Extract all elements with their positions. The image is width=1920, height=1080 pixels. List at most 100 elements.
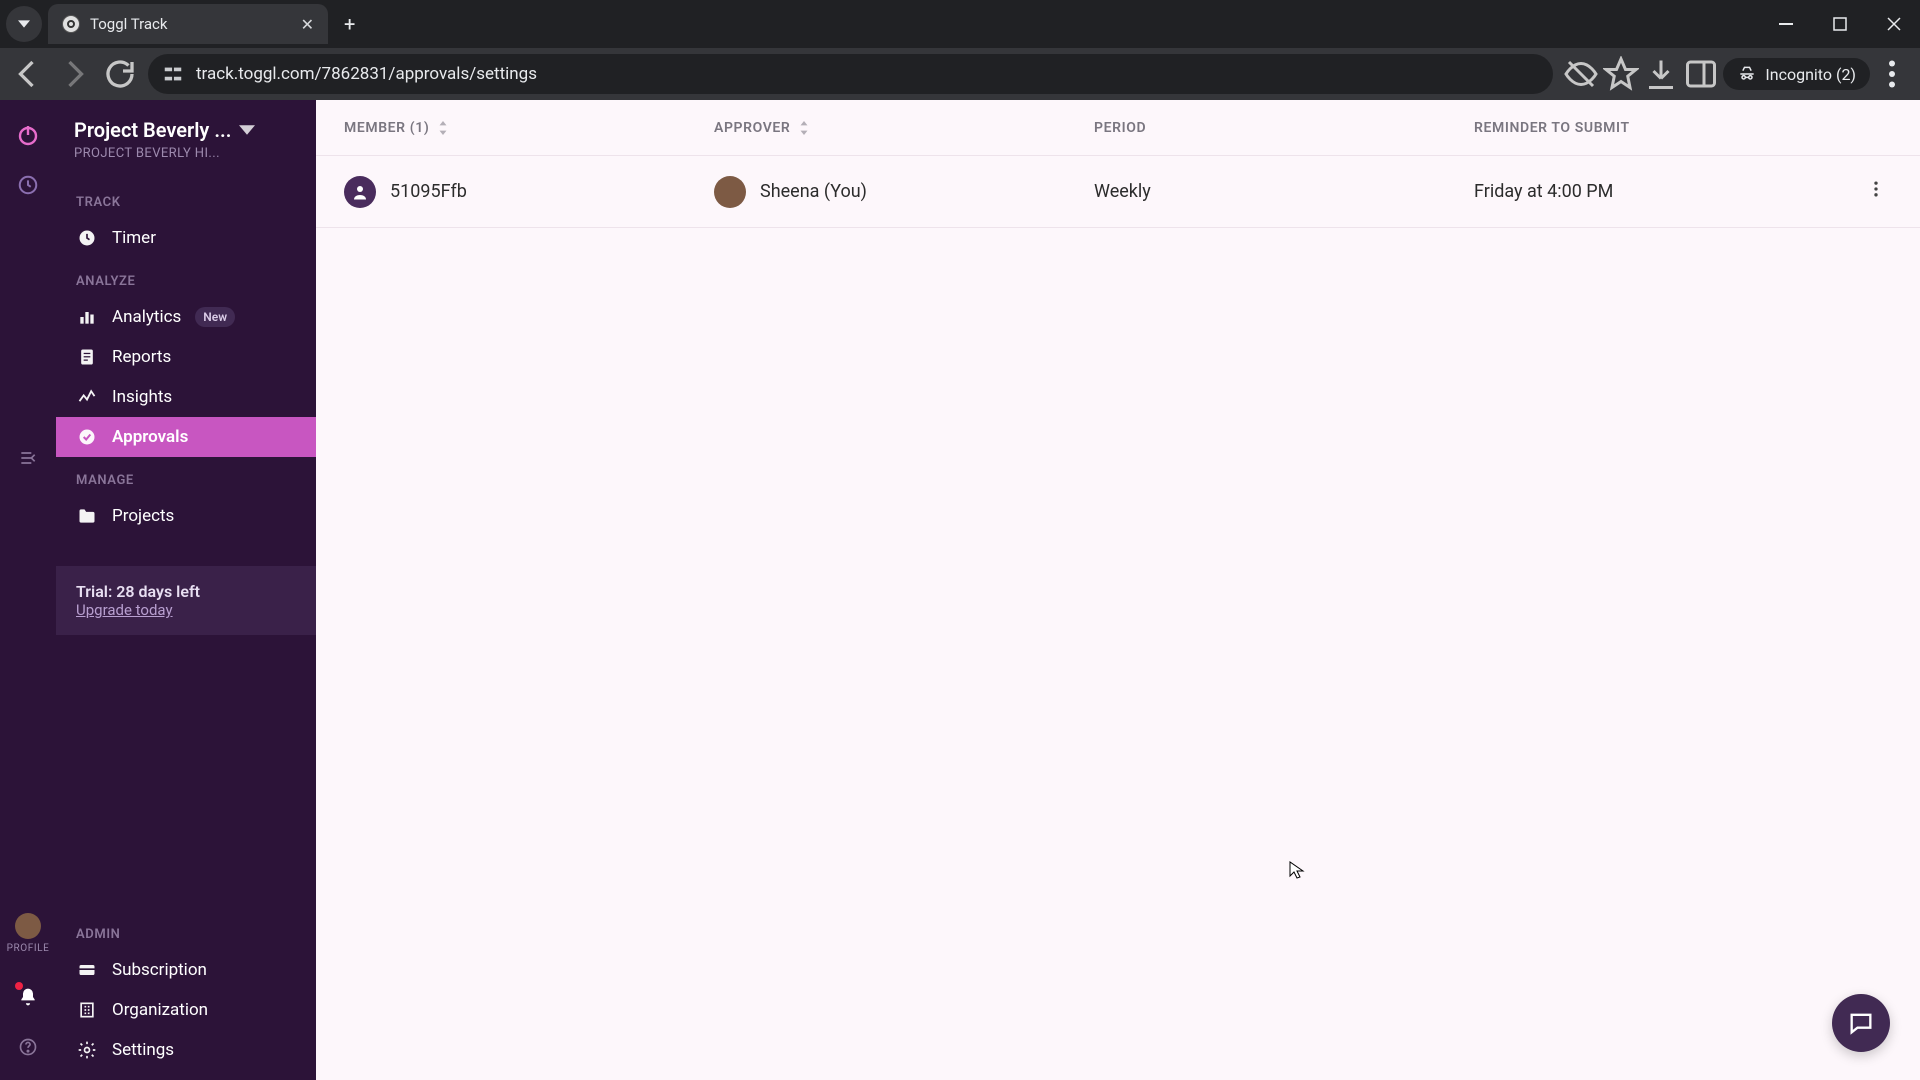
column-header-approver[interactable]: APPROVER — [714, 120, 1094, 136]
browser-toolbar: track.toggl.com/7862831/approvals/settin… — [0, 48, 1920, 100]
sidebar-item-label: Approvals — [112, 427, 188, 447]
sidebar-item-organization[interactable]: Organization — [56, 990, 316, 1030]
cell-reminder: Friday at 4:00 PM — [1474, 181, 1860, 202]
new-tab-button[interactable]: + — [328, 12, 371, 36]
browser-menu-button[interactable] — [1874, 56, 1910, 92]
table-header: MEMBER (1) APPROVER PERIOD REMINDER TO S… — [316, 100, 1920, 156]
incognito-label: Incognito (2) — [1765, 65, 1856, 84]
url-text: track.toggl.com/7862831/approvals/settin… — [196, 64, 537, 84]
rail-timer-icon[interactable] — [11, 168, 45, 202]
mouse-cursor-icon — [1288, 860, 1308, 884]
sidebar-item-insights[interactable]: Insights — [56, 377, 316, 417]
header-label: PERIOD — [1094, 120, 1146, 136]
profile-label: PROFILE — [7, 943, 50, 954]
sort-icon — [798, 121, 810, 135]
approver-name: Sheena (You) — [760, 181, 867, 202]
sidebar-item-reports[interactable]: Reports — [56, 337, 316, 377]
sidebar: Project Beverly ... PROJECT BEVERLY HI..… — [56, 100, 316, 1080]
forward-button[interactable] — [56, 56, 92, 92]
close-tab-icon[interactable]: ✕ — [301, 15, 314, 34]
left-rail: PROFILE — [0, 100, 56, 1080]
profile-rail[interactable]: PROFILE — [7, 913, 50, 964]
section-analyze: ANALYZE — [56, 258, 316, 297]
window-controls — [1760, 3, 1920, 45]
chat-support-button[interactable] — [1832, 994, 1890, 1052]
approver-avatar-icon — [714, 176, 746, 208]
column-header-reminder: REMINDER TO SUBMIT — [1474, 120, 1892, 136]
header-label: REMINDER TO SUBMIT — [1474, 120, 1630, 136]
cell-approver: Sheena (You) — [714, 176, 1094, 208]
building-icon — [76, 1000, 98, 1020]
workspace-name: Project Beverly ... — [74, 118, 231, 142]
sidebar-item-settings[interactable]: Settings — [56, 1030, 316, 1070]
workspace-switcher[interactable]: Project Beverly ... PROJECT BEVERLY HI..… — [56, 112, 316, 179]
check-circle-icon — [76, 427, 98, 447]
address-bar[interactable]: track.toggl.com/7862831/approvals/settin… — [148, 54, 1553, 94]
section-admin: ADMIN — [56, 911, 316, 950]
sidebar-item-label: Timer — [112, 228, 156, 248]
sidebar-item-subscription[interactable]: Subscription — [56, 950, 316, 990]
tab-search-dropdown[interactable] — [6, 6, 42, 42]
sidebar-item-label: Organization — [112, 1000, 208, 1020]
sidebar-item-timer[interactable]: Timer — [56, 218, 316, 258]
main-content: MEMBER (1) APPROVER PERIOD REMINDER TO S… — [316, 100, 1920, 1080]
help-icon[interactable] — [11, 1030, 45, 1064]
new-badge: New — [195, 307, 235, 327]
column-header-period: PERIOD — [1094, 120, 1474, 136]
reminder-value: Friday at 4:00 PM — [1474, 181, 1613, 202]
bookmark-star-icon[interactable] — [1603, 56, 1639, 92]
close-window-button[interactable] — [1868, 3, 1920, 45]
clock-icon — [76, 228, 98, 248]
row-menu-button[interactable] — [1860, 173, 1892, 210]
eye-off-icon[interactable] — [1563, 56, 1599, 92]
sidebar-item-analytics[interactable]: Analytics New — [56, 297, 316, 337]
gear-icon — [76, 1040, 98, 1060]
incognito-indicator[interactable]: Incognito (2) — [1723, 58, 1870, 90]
title-bar: Toggl Track ✕ + — [0, 0, 1920, 48]
tab-title: Toggl Track — [90, 15, 168, 33]
trial-title: Trial: 28 days left — [76, 582, 296, 601]
notification-dot-icon — [15, 982, 23, 990]
sidebar-item-label: Analytics — [112, 307, 181, 327]
card-icon — [76, 960, 98, 980]
toggl-power-icon[interactable] — [11, 118, 45, 152]
toolbar-right: Incognito (2) — [1563, 56, 1910, 92]
reload-button[interactable] — [102, 56, 138, 92]
notifications-icon[interactable] — [11, 980, 45, 1014]
app-root: PROFILE Project Beverly ... PROJECT BEVE… — [0, 100, 1920, 1080]
section-manage: MANAGE — [56, 457, 316, 496]
chevron-down-icon — [239, 122, 255, 138]
workspace-subtitle: PROJECT BEVERLY HI... — [74, 146, 298, 161]
cell-member: 51095Ffb — [344, 176, 714, 208]
folder-icon — [76, 506, 98, 526]
sidepanel-icon[interactable] — [1683, 56, 1719, 92]
header-label: MEMBER (1) — [344, 120, 429, 136]
cell-period: Weekly — [1094, 181, 1474, 202]
downloads-icon[interactable] — [1643, 56, 1679, 92]
member-name: 51095Ffb — [390, 181, 467, 202]
section-track: TRACK — [56, 179, 316, 218]
sidebar-item-label: Settings — [112, 1040, 174, 1060]
browser-tab[interactable]: Toggl Track ✕ — [48, 4, 328, 44]
trial-banner: Trial: 28 days left Upgrade today — [56, 566, 316, 635]
avatar-icon — [15, 913, 41, 939]
sidebar-item-label: Insights — [112, 387, 172, 407]
minimize-button[interactable] — [1760, 3, 1812, 45]
sidebar-item-label: Projects — [112, 506, 174, 526]
sparkline-icon — [76, 387, 98, 407]
table-row[interactable]: 51095Ffb Sheena (You) Weekly Friday at 4… — [316, 156, 1920, 228]
maximize-button[interactable] — [1814, 3, 1866, 45]
column-header-member[interactable]: MEMBER (1) — [344, 120, 714, 136]
upgrade-link[interactable]: Upgrade today — [76, 601, 296, 619]
sidebar-item-approvals[interactable]: Approvals — [56, 417, 316, 457]
sidebar-item-projects[interactable]: Projects — [56, 496, 316, 536]
site-settings-icon[interactable] — [162, 63, 184, 85]
member-avatar-icon — [344, 176, 376, 208]
chart-icon — [76, 307, 98, 327]
document-icon — [76, 347, 98, 367]
collapse-sidebar-icon[interactable] — [18, 448, 38, 472]
incognito-icon — [1737, 64, 1757, 84]
back-button[interactable] — [10, 56, 46, 92]
sidebar-item-label: Subscription — [112, 960, 207, 980]
favicon-icon — [62, 15, 80, 33]
